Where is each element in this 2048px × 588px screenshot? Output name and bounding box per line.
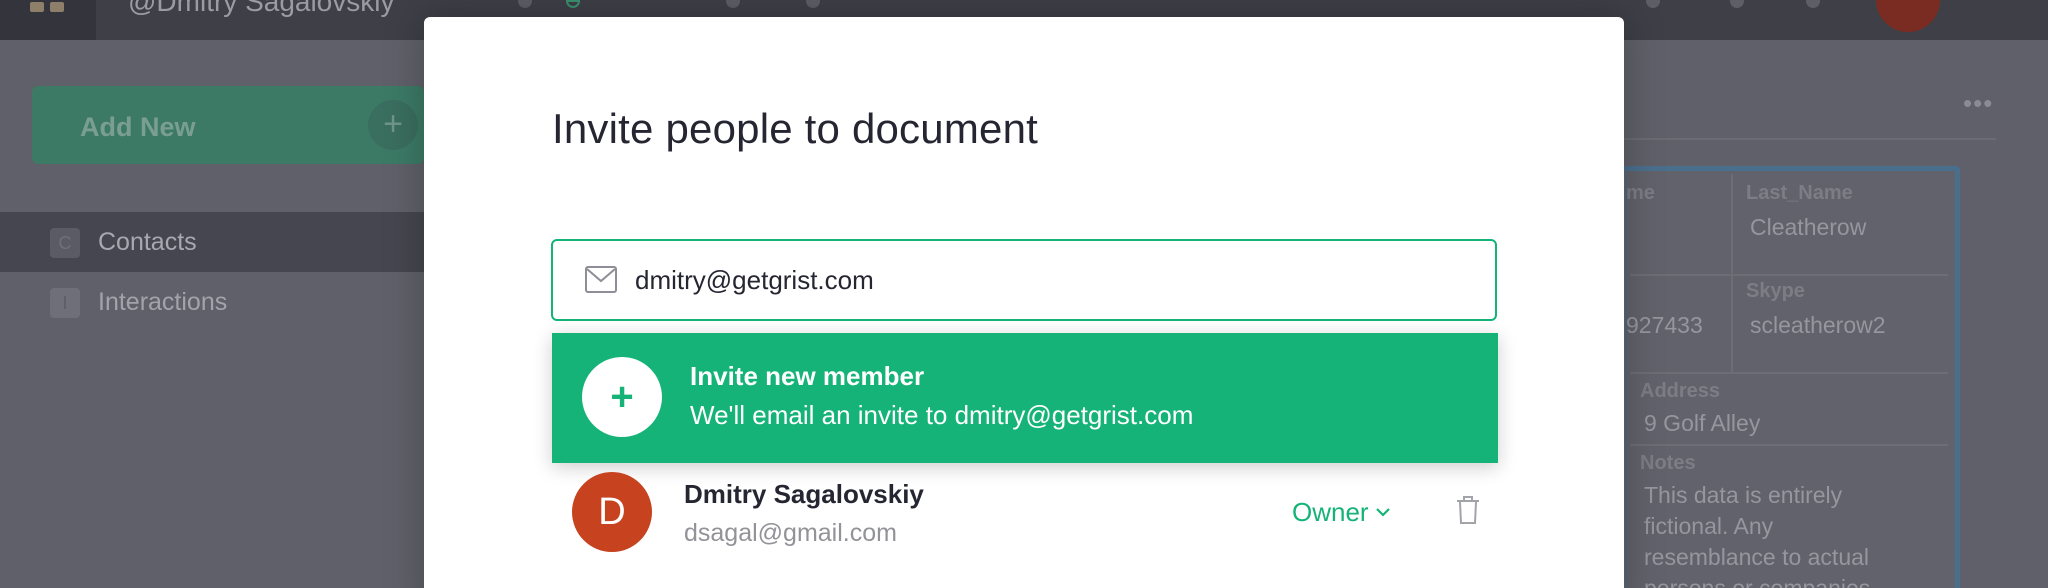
field-label: Address (1640, 380, 1721, 402)
modal-title: Invite people to document (552, 105, 1038, 152)
field-label: Skype (1746, 280, 1805, 302)
field-value[interactable]: resemblance to actual (1644, 544, 1869, 571)
field-label: Notes (1640, 452, 1696, 474)
shield-icon[interactable] (566, 0, 580, 8)
plus-icon: + (610, 375, 634, 419)
sidebar-item-contacts[interactable]: C Contacts (0, 212, 424, 272)
toolbar-icon[interactable] (726, 0, 740, 8)
add-new-label: Add New (80, 112, 196, 142)
invite-modal: Invite people to document + Invite new m… (424, 17, 1624, 588)
toolbar-icon[interactable] (806, 0, 820, 8)
field-value[interactable]: persons or companies (1644, 575, 1870, 588)
email-input[interactable] (635, 259, 1455, 301)
plus-circle: + (582, 357, 662, 437)
suggestion-subtitle: We'll email an invite to dmitry@getgrist… (690, 400, 1194, 430)
notification-icon[interactable] (1730, 0, 1744, 8)
sidebar-item-label: Interactions (98, 288, 228, 316)
field-label: me (1626, 182, 1655, 204)
help-icon[interactable] (1806, 0, 1820, 8)
sidebar-item-label: Contacts (98, 228, 197, 256)
field-value[interactable]: scleatherow2 (1750, 312, 1886, 339)
field-value[interactable]: fictional. Any (1644, 513, 1773, 540)
sidebar-item-interactions[interactable]: I Interactions (0, 272, 424, 332)
toolbar-icon[interactable] (518, 0, 532, 8)
divider (1624, 138, 1996, 140)
role-dropdown[interactable]: Owner (1292, 497, 1391, 528)
field-value[interactable]: This data is entirely (1644, 482, 1842, 509)
add-new-button[interactable]: Add New + (32, 86, 424, 164)
top-user-name: @Dmitry Sagalovskiy (128, 0, 395, 17)
field-label: Last_Name (1746, 182, 1853, 204)
field-value[interactable]: Cleatherow (1750, 214, 1866, 241)
trash-icon[interactable] (1456, 495, 1480, 525)
divider (1731, 174, 1733, 372)
user-avatar[interactable] (1876, 0, 1940, 32)
role-label: Owner (1292, 497, 1369, 527)
member-email: dsagal@gmail.com (684, 519, 897, 547)
more-options-icon[interactable]: ••• (1963, 88, 1993, 119)
field-value[interactable]: 9 Golf Alley (1644, 410, 1760, 437)
search-icon[interactable] (1646, 0, 1660, 8)
mail-icon (585, 266, 617, 293)
app-logo[interactable] (0, 0, 96, 40)
suggestion-title: Invite new member (690, 361, 925, 391)
divider (1630, 444, 1948, 446)
page-icon: I (50, 288, 80, 318)
chevron-down-icon (1375, 508, 1390, 517)
email-field[interactable] (551, 239, 1497, 321)
avatar: D (572, 472, 652, 552)
page-icon: C (50, 228, 80, 258)
field-value[interactable]: 927433 (1626, 312, 1703, 339)
invite-new-member-option[interactable]: + Invite new member We'll email an invit… (552, 333, 1498, 463)
plus-icon: + (368, 100, 418, 150)
divider (1630, 372, 1948, 374)
member-name: Dmitry Sagalovskiy (684, 479, 924, 509)
divider (1630, 274, 1948, 276)
